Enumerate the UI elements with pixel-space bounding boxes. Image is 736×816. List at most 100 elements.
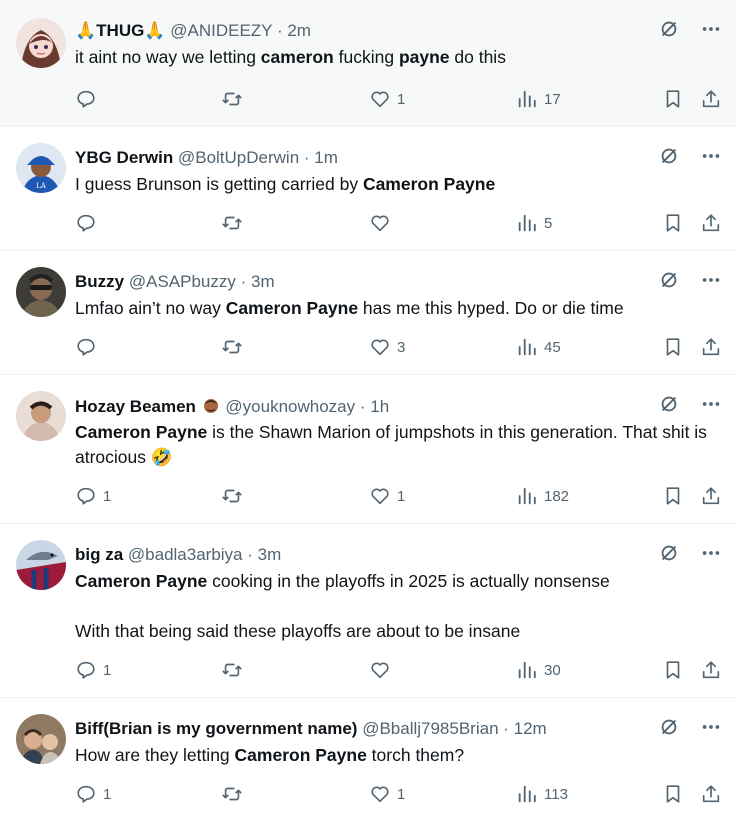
user-handle[interactable]: @ANIDEEZY <box>170 21 272 40</box>
tweet[interactable]: 🙏THUG🙏 @ANIDEEZY · 2m it aint no way we … <box>0 0 736 127</box>
views-button[interactable]: 45 <box>516 335 561 359</box>
avatar[interactable]: LA <box>16 143 66 193</box>
display-name[interactable]: Biff(Brian is my government name) <box>75 719 357 738</box>
retweet-icon <box>221 212 243 234</box>
retweet-button[interactable] <box>221 658 249 682</box>
tweet-actions: 1 30 <box>75 658 725 682</box>
share-button[interactable] <box>700 87 722 111</box>
bookmark-button[interactable] <box>662 87 684 111</box>
more-icon[interactable] <box>700 269 722 291</box>
display-name[interactable]: Buzzy <box>75 272 124 291</box>
avatar[interactable] <box>16 18 66 68</box>
timestamp[interactable]: · 1h <box>360 397 389 416</box>
like-button[interactable] <box>369 211 397 235</box>
tweet[interactable]: big za @badla3arbiya · 3m Cameron Payne … <box>0 524 736 698</box>
views-button[interactable]: 5 <box>516 211 552 235</box>
grok-icon[interactable] <box>658 269 680 291</box>
more-icon[interactable] <box>700 18 722 40</box>
reply-button[interactable]: 1 <box>75 782 111 806</box>
more-icon[interactable] <box>700 542 722 564</box>
timestamp[interactable]: · 3m <box>241 272 275 291</box>
display-name[interactable]: Hozay Beamen <box>75 397 196 416</box>
views-icon <box>516 659 538 681</box>
tweet[interactable]: Biff(Brian is my government name) @Bball… <box>0 698 736 816</box>
like-button[interactable] <box>369 658 397 682</box>
reply-count: 1 <box>103 785 112 803</box>
user-handle[interactable]: @youknowhozay <box>225 397 355 416</box>
bookmark-icon <box>662 212 684 234</box>
views-count: 30 <box>544 661 561 679</box>
grok-icon[interactable] <box>658 18 680 40</box>
grok-icon[interactable] <box>658 393 680 415</box>
views-button[interactable]: 113 <box>516 782 568 806</box>
reply-button[interactable] <box>75 211 103 235</box>
tweet[interactable]: Hozay Beamen @youknowhozay · 1h Cameron … <box>0 375 736 524</box>
heart-icon <box>369 336 391 358</box>
highlighted-keyword: Cameron Payne <box>225 298 359 318</box>
avatar[interactable] <box>16 391 66 441</box>
bookmark-button[interactable] <box>662 658 684 682</box>
timestamp[interactable]: · 3m <box>247 545 281 564</box>
like-button[interactable]: 1 <box>369 484 405 508</box>
timestamp[interactable]: · 2m <box>277 21 311 40</box>
grok-icon[interactable] <box>658 542 680 564</box>
timestamp[interactable]: · 1m <box>304 148 338 167</box>
retweet-button[interactable] <box>221 782 249 806</box>
bookmark-button[interactable] <box>662 335 684 359</box>
more-icon[interactable] <box>700 716 722 738</box>
tweet-text-segment: How are they letting <box>75 745 235 765</box>
more-icon[interactable] <box>700 145 722 167</box>
share-icon <box>700 783 722 805</box>
views-icon <box>516 88 538 110</box>
like-button[interactable]: 3 <box>369 335 405 359</box>
display-name[interactable]: YBG Derwin <box>75 148 173 167</box>
retweet-button[interactable] <box>221 335 249 359</box>
avatar[interactable] <box>16 714 66 764</box>
tweet[interactable]: Buzzy @ASAPbuzzy · 3m Lmfao ain’t no way… <box>0 251 736 375</box>
like-button[interactable]: 1 <box>369 782 405 806</box>
views-button[interactable]: 182 <box>516 484 569 508</box>
retweet-button[interactable] <box>221 87 249 111</box>
reply-button[interactable] <box>75 87 103 111</box>
avatar[interactable] <box>16 267 66 317</box>
grok-icon[interactable] <box>658 145 680 167</box>
views-icon <box>516 783 538 805</box>
bookmark-button[interactable] <box>662 782 684 806</box>
tweet[interactable]: LA YBG Derwin @BoltUpDerwin · 1m I guess… <box>0 127 736 251</box>
views-button[interactable]: 17 <box>516 87 561 111</box>
grok-icon[interactable] <box>658 716 680 738</box>
share-button[interactable] <box>700 335 722 359</box>
more-icon[interactable] <box>700 393 722 415</box>
reply-icon <box>75 212 97 234</box>
retweet-button[interactable] <box>221 484 249 508</box>
tweet-header: 🙏THUG🙏 @ANIDEEZY · 2m <box>75 20 311 42</box>
display-name[interactable]: big za <box>75 545 123 564</box>
views-button[interactable]: 30 <box>516 658 561 682</box>
bookmark-button[interactable] <box>662 211 684 235</box>
tweet-actions: 3 45 <box>75 335 725 359</box>
user-handle[interactable]: @ASAPbuzzy <box>129 272 236 291</box>
share-button[interactable] <box>700 658 722 682</box>
reply-button[interactable]: 1 <box>75 484 111 508</box>
share-button[interactable] <box>700 782 722 806</box>
reply-button[interactable] <box>75 335 103 359</box>
display-name[interactable]: 🙏THUG🙏 <box>75 21 166 40</box>
views-count: 113 <box>544 785 568 803</box>
views-count: 182 <box>544 487 570 505</box>
share-button[interactable] <box>700 211 722 235</box>
bookmark-icon <box>662 659 684 681</box>
retweet-button[interactable] <box>221 211 249 235</box>
tweet-text: I guess Brunson is getting carried by Ca… <box>75 172 715 197</box>
tweet-text-segment: fucking <box>333 47 399 67</box>
user-handle[interactable]: @Bballj7985Brian <box>362 719 498 738</box>
share-button[interactable] <box>700 484 722 508</box>
reply-button[interactable]: 1 <box>75 658 111 682</box>
timestamp[interactable]: · 12m <box>503 719 546 738</box>
avatar[interactable] <box>16 540 66 590</box>
reply-icon <box>75 783 97 805</box>
like-button[interactable]: 1 <box>369 87 405 111</box>
user-handle[interactable]: @BoltUpDerwin <box>178 148 299 167</box>
highlighted-keyword: Cameron Payne <box>362 174 496 194</box>
bookmark-button[interactable] <box>662 484 684 508</box>
user-handle[interactable]: @badla3arbiya <box>128 545 243 564</box>
